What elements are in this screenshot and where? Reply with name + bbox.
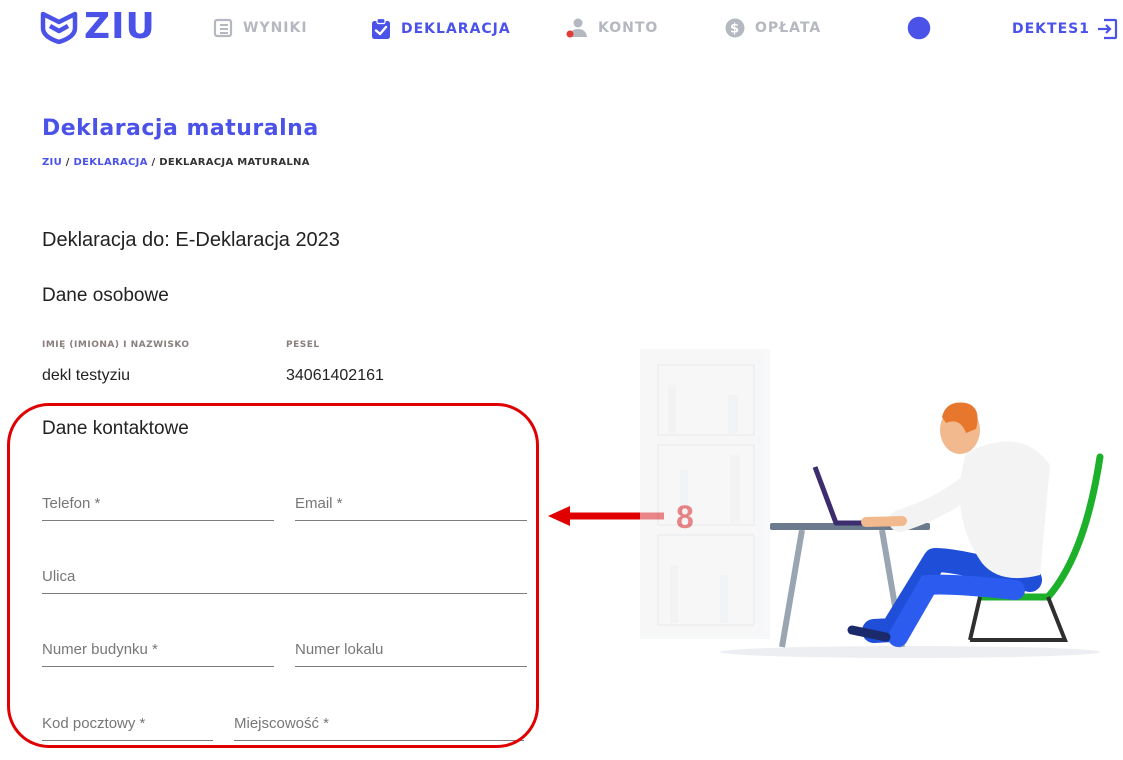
- name-label: IMIĘ (IMIONA) I NAZWISKO: [42, 340, 190, 350]
- pesel-value: 34061402161: [286, 367, 384, 384]
- results-list-icon: [213, 18, 233, 38]
- nav-item-konto[interactable]: KONTO: [566, 18, 658, 38]
- contrast-icon: [907, 16, 931, 40]
- breadcrumb-deklaracja-link[interactable]: DEKLARACJA: [74, 157, 148, 168]
- top-navbar: ZIU WYNIKI DEKLARACJA KONTO $ OPŁATA DEK…: [0, 0, 1123, 62]
- dollar-coin-icon: $: [725, 18, 745, 38]
- clipboard-check-icon: [372, 18, 390, 39]
- personal-data-heading: Dane osobowe: [42, 285, 169, 306]
- breadcrumb-separator: /: [62, 157, 74, 168]
- breadcrumb-separator: /: [147, 157, 160, 168]
- page-title: Deklaracja maturalna: [42, 116, 319, 141]
- user-menu[interactable]: DEKTES1: [1012, 18, 1118, 40]
- name-value: dekl testyziu: [42, 367, 131, 384]
- logo-text: ZIU: [84, 6, 156, 47]
- nav-item-label: OPŁATA: [755, 20, 822, 36]
- nav-item-oplata[interactable]: $ OPŁATA: [725, 18, 821, 38]
- nav-item-label: WYNIKI: [243, 20, 308, 36]
- pesel-label: PESEL: [286, 340, 320, 350]
- nav-item-deklaracja[interactable]: DEKLARACJA: [371, 18, 511, 40]
- breadcrumb: ZIU / DEKLARACJA / DEKLARACJA MATURALNA: [42, 157, 310, 168]
- nav-item-wyniki[interactable]: WYNIKI: [213, 18, 308, 38]
- nav-item-label: DEKLARACJA: [401, 21, 511, 37]
- breadcrumb-current: DEKLARACJA MATURALNA: [159, 157, 310, 168]
- person-at-laptop-illustration: [640, 349, 1104, 658]
- username: DEKTES1: [1012, 21, 1090, 37]
- logout-icon[interactable]: [1096, 18, 1118, 40]
- logo[interactable]: ZIU: [40, 6, 156, 47]
- breadcrumb-root-link[interactable]: ZIU: [42, 157, 62, 168]
- logo-shield-icon: [40, 11, 78, 44]
- nav-item-label: KONTO: [598, 20, 659, 36]
- declaration-target: Deklaracja do: E-Deklaracja 2023: [42, 229, 340, 251]
- contrast-toggle-button[interactable]: [907, 16, 931, 45]
- user-icon: [566, 18, 587, 38]
- svg-text:$: $: [730, 22, 740, 37]
- annotation-highlight-box: [7, 403, 539, 748]
